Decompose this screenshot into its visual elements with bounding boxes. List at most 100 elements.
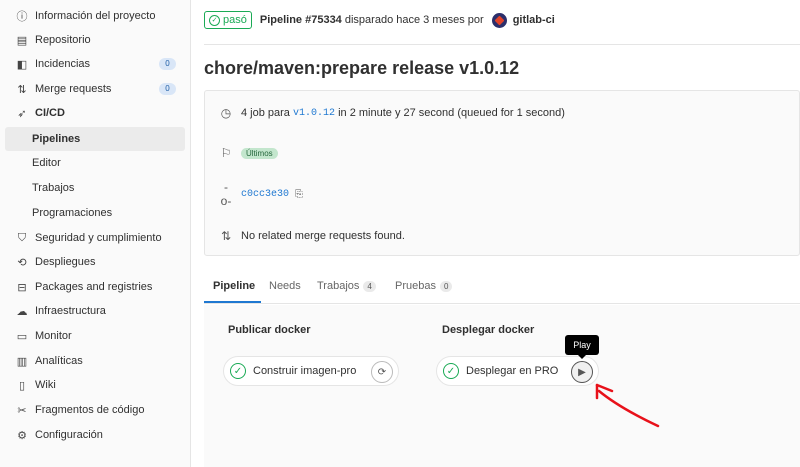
snippet-icon: ✂ [17,404,27,417]
sidebar-item-wiki[interactable]: ▯ Wiki [5,373,185,397]
merge-requests-text: No related merge requests found. [241,230,405,242]
stage-title-deploy: Desplegar docker [442,324,535,336]
monitor-icon: ▭ [16,330,28,343]
job-deploy-pro[interactable]: ✓ Desplegar en PRO ▶ [436,356,599,386]
stage-title-publish: Publicar docker [228,324,311,336]
sidebar-item-label: Merge requests [35,83,112,95]
tab-tests[interactable]: Pruebas 0 [395,280,453,292]
tab-count-badge: 0 [439,280,453,292]
sidebar-item-label: Despliegues [35,256,96,268]
merge-request-icon: ⇅ [220,229,232,243]
avatar[interactable] [491,12,507,28]
ref-link[interactable]: v1.0.12 [293,108,335,119]
chart-icon: ▥ [16,355,28,368]
sidebar-item-repository[interactable]: ▤ Repositorio [5,28,185,52]
tab-label: Trabajos [317,280,360,292]
tab-label: Needs [269,280,301,292]
sidebar-item-label: Programaciones [32,207,113,219]
latest-row: ⚐ Últimos [219,144,278,162]
sidebar-item-monitor[interactable]: ▭ Monitor [5,324,185,348]
sidebar-item-label: Wiki [35,379,56,391]
pipeline-graph: Publicar docker Desplegar docker ✓ Const… [204,305,800,467]
clock-icon: ◷ [220,106,232,120]
check-circle-icon: ✓ [230,363,246,379]
merge-request-icon: ⇅ [17,83,27,96]
check-circle-icon: ✓ [209,14,220,26]
merge-requests-row: ⇅ No related merge requests found. [219,227,405,245]
tab-pipeline[interactable]: Pipeline [213,280,255,292]
tab-needs[interactable]: Needs [269,280,301,292]
commit-row: -o- c0cc3e30 ⎘ [219,180,303,208]
merge-requests-count-badge: 0 [159,83,176,95]
sidebar-item-label: Fragmentos de código [35,404,145,416]
duration-text: in 2 minute y 27 second (queued for 1 se… [338,107,565,119]
sidebar-item-label: Repositorio [35,34,91,46]
retry-icon[interactable]: ⟳ [371,361,393,383]
sidebar-item-label: Información del proyecto [35,10,156,22]
copy-icon[interactable]: ⎘ [295,189,303,200]
tab-label: Pruebas [395,280,436,292]
page-title: chore/maven:prepare release v1.0.12 [204,58,520,78]
sidebar-item-label: Pipelines [32,133,81,145]
rocket-icon: ➶ [17,107,27,120]
sidebar-item-project-info[interactable]: ⓘ Información del proyecto [5,4,185,28]
tab-label: Pipeline [213,280,256,292]
triggered-text: disparado hace 3 meses por [344,14,484,26]
sidebar-item-editor[interactable]: Editor [5,151,185,175]
jobs-count-text: 4 job para [241,107,290,119]
status-badge[interactable]: ✓ pasó [204,11,252,29]
flag-icon: ⚐ [220,146,232,160]
sidebar-item-jobs[interactable]: Trabajos [5,176,185,200]
sidebar-item-packages[interactable]: ⊟ Packages and registries [5,275,185,299]
trigger-user-link[interactable]: gitlab-ci [513,14,555,26]
jobs-summary: ◷ 4 job para v1.0.12 in 2 minute y 27 se… [219,104,565,122]
sidebar-item-cicd[interactable]: ➶ CI/CD [5,101,185,125]
sidebar-item-label: Seguridad y cumplimiento [35,232,162,244]
sidebar-item-pipelines[interactable]: Pipelines [5,127,185,151]
commit-sha-link[interactable]: c0cc3e30 [241,189,289,200]
sidebar-item-label: Analíticas [35,355,83,367]
sidebar-item-merge-requests[interactable]: ⇅ Merge requests 0 [5,77,185,101]
sidebar-item-label: Trabajos [32,182,75,194]
sidebar-item-label: Incidencias [35,58,91,70]
sidebar: ⓘ Información del proyecto ▤ Repositorio… [0,0,191,467]
tab-jobs[interactable]: Trabajos 4 [317,280,376,292]
check-circle-icon: ✓ [443,363,459,379]
pipeline-header-text: Pipeline #75334 disparado hace 3 meses p… [260,14,484,26]
job-build-image-pro[interactable]: ✓ Construir imagen-pro ⟳ [223,356,399,386]
sidebar-item-settings[interactable]: ⚙ Configuración [5,423,185,447]
sidebar-item-snippets[interactable]: ✂ Fragmentos de código [5,398,185,422]
document-icon: ▤ [16,34,28,47]
active-tab-indicator [204,301,261,303]
sidebar-item-label: Monitor [35,330,72,342]
gitlab-logo-icon [494,15,505,25]
pipeline-tabs: Pipeline Needs Trabajos 4 Pruebas 0 [204,270,800,304]
sidebar-item-label: CI/CD [35,107,65,119]
commit-icon: -o- [220,180,232,208]
package-icon: ⊟ [17,281,27,294]
sidebar-item-deployments[interactable]: ⟲ Despliegues [5,250,185,274]
sidebar-item-label: Configuración [35,429,103,441]
issues-count-badge: 0 [159,58,176,70]
annotation-arrow-icon [595,383,660,428]
status-label: pasó [223,14,247,26]
main-content: ✓ pasó Pipeline #75334 disparado hace 3 … [204,0,800,467]
sidebar-item-label: Packages and registries [35,281,153,293]
info-icon: ⓘ [16,11,28,23]
sidebar-item-schedules[interactable]: Programaciones [5,201,185,225]
sidebar-item-security[interactable]: ⛉ Seguridad y cumplimiento [5,226,185,250]
cloud-icon: ☁ [16,305,28,318]
tab-count-badge: 4 [363,280,376,292]
sidebar-item-issues[interactable]: ◧ Incidencias 0 [5,52,185,76]
issues-icon: ◧ [16,58,28,71]
sidebar-item-analytics[interactable]: ▥ Analíticas [5,349,185,373]
latest-badge: Últimos [241,147,278,159]
shield-icon: ⛉ [17,231,27,244]
sidebar-item-infrastructure[interactable]: ☁ Infraestructura [5,299,185,323]
play-tooltip: Play [565,335,599,359]
job-name: Construir imagen-pro [253,365,357,377]
pipeline-info-box: ◷ 4 job para v1.0.12 in 2 minute y 27 se… [204,90,800,256]
job-name: Desplegar en PRO [466,365,559,377]
pipeline-id: Pipeline #75334 [259,14,342,26]
book-icon: ▯ [18,379,26,392]
